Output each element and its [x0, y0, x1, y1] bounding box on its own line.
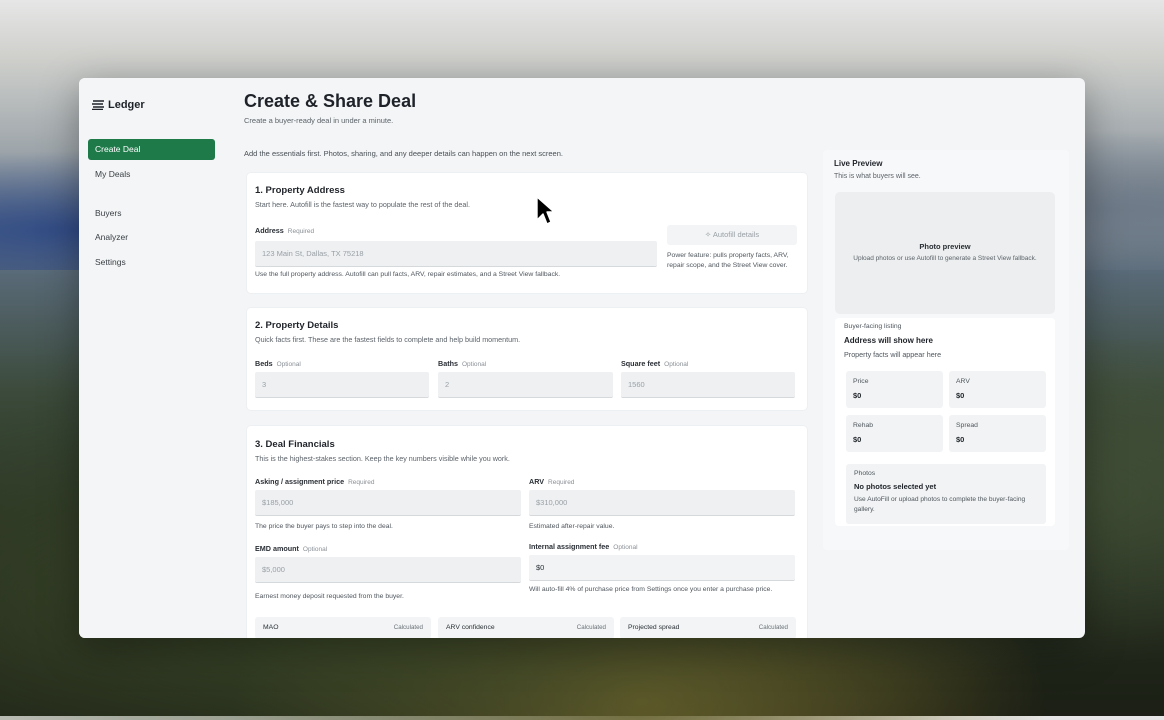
stat-label: ARV — [956, 378, 970, 385]
property-address-card: 1. Property Address Start here. Autofill… — [247, 173, 807, 293]
asking-price-input[interactable]: $185,000 — [255, 490, 521, 516]
autofill-details-button[interactable]: ✧ Autofill details — [667, 225, 797, 245]
arv-confidence-calculated: ARV confidence Calculated — [438, 617, 614, 638]
emd-help: Earnest money deposit requested from the… — [255, 593, 404, 600]
intro-text: Add the essentials first. Photos, sharin… — [244, 149, 563, 158]
optional-tag: Optional — [664, 361, 689, 368]
sidebar-item-analyzer[interactable]: Analyzer — [88, 227, 215, 248]
photo-preview-subtitle: Upload photos or use Autofill to generat… — [853, 255, 1037, 262]
optional-tag: Optional — [302, 546, 328, 553]
preview-title: Live Preview — [834, 159, 883, 168]
stat-value: $0 — [956, 435, 965, 444]
optional-tag: Optional — [461, 361, 487, 368]
calc-tag: Calculated — [758, 624, 788, 631]
section-desc: Quick facts first. These are the fastest… — [255, 335, 521, 344]
mouse-cursor-icon — [536, 196, 555, 225]
arv-label: ARV Required — [529, 477, 574, 486]
emd-input[interactable]: $5,000 — [255, 557, 521, 583]
beds-input[interactable]: 3 — [255, 372, 429, 398]
stat-price: Price $0 — [846, 371, 943, 408]
calc-name: Projected spread — [628, 624, 680, 631]
address-label-text: Address — [255, 226, 284, 235]
stat-value: $0 — [956, 391, 965, 400]
section-desc: This is the highest-stakes section. Keep… — [255, 454, 510, 463]
app-name: Ledger — [108, 99, 145, 111]
asking-label-text: Asking / assignment price — [255, 477, 345, 486]
property-details-card: 2. Property Details Quick facts first. T… — [247, 308, 807, 410]
arv-input[interactable]: $310,000 — [529, 490, 795, 516]
sqft-label: Square feet Optional — [621, 359, 688, 368]
section-title: 2. Property Details — [255, 320, 339, 331]
stat-label: Price — [853, 378, 869, 385]
baths-label-text: Baths — [438, 359, 458, 368]
page-subtitle: Create a buyer-ready deal in under a min… — [244, 116, 394, 125]
required-tag: Required — [548, 479, 575, 486]
required-tag: Required — [287, 228, 315, 235]
autofill-label: Autofill details — [712, 230, 760, 239]
sqft-input[interactable]: 1560 — [621, 372, 795, 398]
listing-facts: Property facts will appear here — [844, 350, 942, 359]
photos-gallery-status: Photos No photos selected yet Use AutoFi… — [846, 464, 1046, 524]
section-desc: Start here. Autofill is the fastest way … — [255, 200, 470, 209]
sidebar-item-settings[interactable]: Settings — [88, 252, 215, 273]
assignment-fee-input[interactable]: $0 — [529, 555, 795, 581]
photo-preview[interactable]: Photo preview Upload photos or use Autof… — [835, 192, 1055, 314]
baths-input[interactable]: 2 — [438, 372, 613, 398]
calc-name: MAO — [263, 624, 279, 631]
sidebar-item-my-deals[interactable]: My Deals — [88, 164, 215, 185]
stat-spread: Spread $0 — [949, 415, 1046, 452]
section-title: 3. Deal Financials — [255, 439, 335, 450]
baths-label: Baths Optional — [438, 359, 486, 368]
stat-label: Spread — [956, 422, 978, 429]
sparkle-icon: ✧ — [704, 230, 712, 239]
assignment-fee-label: Internal assignment fee Optional — [529, 542, 638, 551]
assignment-fee-help: Will auto-fill 4% of purchase price from… — [529, 586, 773, 593]
section-title: 1. Property Address — [255, 185, 345, 196]
stat-arv: ARV $0 — [949, 371, 1046, 408]
deal-financials-card: 3. Deal Financials This is the highest-s… — [247, 426, 807, 638]
asking-price-help: The price the buyer pays to step into th… — [255, 523, 393, 530]
required-tag: Required — [348, 479, 375, 486]
address-input[interactable]: 123 Main St, Dallas, TX 75218 — [255, 241, 657, 267]
listing-label: Buyer-facing listing — [844, 323, 902, 330]
fee-label-text: Internal assignment fee — [529, 542, 610, 551]
beds-label-text: Beds — [255, 359, 273, 368]
photos-label: Photos — [854, 470, 876, 477]
address-label: Address Required — [255, 226, 314, 235]
projected-spread-calculated: Projected spread Calculated — [620, 617, 796, 638]
mao-calculated: MAO Calculated — [255, 617, 431, 638]
photos-desc: Use AutoFill or upload photos to complet… — [854, 496, 1026, 513]
photos-title: No photos selected yet — [854, 482, 937, 491]
calc-name: ARV confidence — [446, 624, 495, 631]
sqft-label-text: Square feet — [621, 359, 661, 368]
sidebar-item-create-deal[interactable]: Create Deal — [88, 139, 215, 160]
preview-subtitle: This is what buyers will see. — [834, 173, 921, 180]
arv-label-text: ARV — [529, 477, 545, 486]
page-title: Create & Share Deal — [244, 91, 417, 111]
sidebar: Ledger Create Deal My Deals Buyers Analy… — [79, 78, 229, 638]
address-help: Use the full property address. Autofill … — [255, 271, 561, 278]
optional-tag: Optional — [613, 544, 638, 551]
photo-preview-title: Photo preview — [919, 242, 971, 251]
app-window: Ledger Create Deal My Deals Buyers Analy… — [79, 78, 1085, 638]
calc-tag: Calculated — [393, 624, 423, 631]
stat-rehab: Rehab $0 — [846, 415, 943, 452]
emd-label: EMD amount Optional — [255, 544, 327, 553]
stat-label: Rehab — [853, 422, 874, 429]
optional-tag: Optional — [276, 361, 301, 368]
stat-value: $0 — [853, 391, 862, 400]
app-logo[interactable]: Ledger — [91, 99, 145, 111]
ledger-logo-icon — [92, 100, 104, 110]
beds-label: Beds Optional — [255, 359, 301, 368]
sidebar-item-buyers[interactable]: Buyers — [88, 203, 215, 224]
emd-label-text: EMD amount — [255, 544, 299, 553]
calc-tag: Calculated — [576, 624, 606, 631]
autofill-note: Power feature: pulls property facts, ARV… — [667, 252, 789, 269]
asking-price-label: Asking / assignment price Required — [255, 477, 374, 486]
listing-address: Address will show here — [844, 336, 933, 345]
stat-value: $0 — [853, 435, 862, 444]
arv-help: Estimated after-repair value. — [529, 523, 615, 530]
